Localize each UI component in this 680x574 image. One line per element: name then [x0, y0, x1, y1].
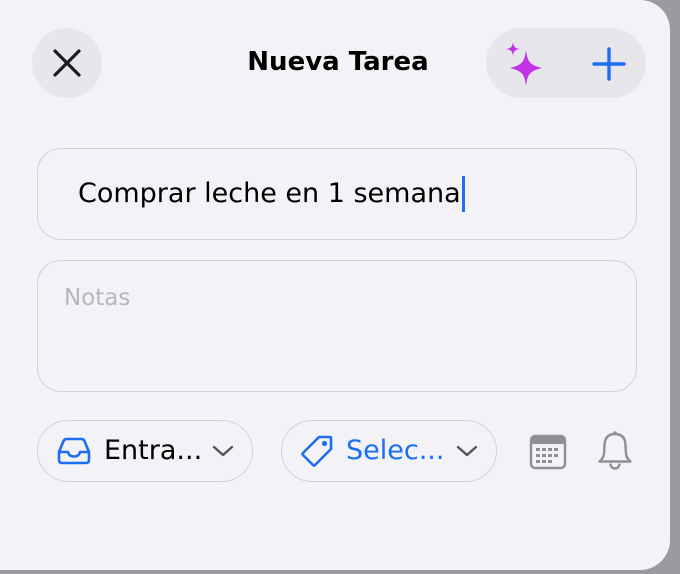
inbox-tray-icon: [57, 437, 91, 465]
reminder-button[interactable]: [596, 430, 634, 472]
tag-icon: [301, 435, 333, 467]
notes-field[interactable]: Notas: [37, 260, 637, 392]
plus-icon: [592, 47, 626, 81]
sparkles-icon: [506, 42, 542, 86]
notes-placeholder: Notas: [64, 285, 131, 311]
close-button[interactable]: [32, 28, 102, 98]
list-selector-label: Entra...: [104, 435, 203, 466]
close-icon: [53, 49, 81, 77]
calendar-icon: [529, 434, 567, 470]
new-task-sheet: Nueva Tarea Comprar leche en 1 semana No…: [0, 0, 670, 570]
task-title-input[interactable]: Comprar leche en 1 semana: [78, 176, 461, 212]
chevron-down-icon: [212, 444, 234, 458]
page-title: Nueva Tarea: [247, 47, 429, 77]
text-caret: [461, 176, 465, 212]
header-actions: [486, 28, 646, 98]
add-task-button[interactable]: [581, 36, 637, 92]
ai-sparkle-button[interactable]: [496, 36, 552, 92]
task-title-field[interactable]: Comprar leche en 1 semana: [37, 148, 637, 240]
tag-selector-label: Selec...: [346, 435, 445, 466]
bell-icon: [598, 431, 632, 470]
due-date-button[interactable]: [528, 433, 568, 471]
tag-selector-button[interactable]: Selec...: [281, 420, 497, 482]
chevron-down-icon: [456, 444, 478, 458]
list-selector-button[interactable]: Entra...: [37, 420, 253, 482]
